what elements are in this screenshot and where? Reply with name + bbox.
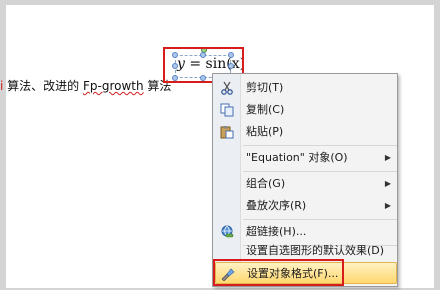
menu-item-label: 剪切(T) — [246, 81, 284, 94]
menu-item-label: 复制(C) — [246, 103, 285, 116]
format-object-highlight-box — [213, 259, 344, 286]
menu-item-cut[interactable]: 剪切(T) — [215, 77, 397, 99]
menu-item-group[interactable]: 组合(G) ▶ — [215, 173, 397, 195]
context-menu: 剪切(T) 复制(C) 粘贴(P) "Equation" 对象(O) ▶ 组合(… — [212, 73, 398, 287]
text-fragment-main: 算法、改进的 — [3, 79, 83, 93]
menu-separator — [243, 145, 397, 146]
hyperlink-icon — [219, 224, 235, 240]
menu-item-paste[interactable]: 粘贴(P) — [215, 121, 397, 143]
paste-icon — [219, 124, 235, 140]
menu-item-copy[interactable]: 复制(C) — [215, 99, 397, 121]
menu-item-label: 粘贴(P) — [246, 125, 284, 138]
menu-item-label: "Equation" 对象(O) — [246, 151, 348, 164]
submenu-arrow-icon: ▶ — [384, 153, 391, 162]
scissors-icon — [219, 80, 235, 96]
submenu-arrow-icon: ▶ — [384, 179, 391, 188]
document-line: i 算法、改进的 Fp-growth 算法 — [0, 77, 171, 94]
text-fragment-underlined: Fp-growth — [82, 79, 144, 93]
submenu-arrow-icon: ▶ — [384, 201, 391, 210]
copy-icon — [219, 102, 235, 118]
menu-item-label: 组合(G) — [246, 177, 286, 190]
menu-separator — [243, 171, 397, 172]
menu-item-label: 叠放次序(R) — [246, 199, 307, 212]
menu-separator — [243, 219, 397, 220]
screenshot: i 算法、改进的 Fp-growth 算法 y = sin(x) 剪切(T) 复… — [0, 0, 440, 290]
menu-item-order[interactable]: 叠放次序(R) ▶ — [215, 195, 397, 217]
menu-item-equation-object[interactable]: "Equation" 对象(O) ▶ — [215, 147, 397, 169]
